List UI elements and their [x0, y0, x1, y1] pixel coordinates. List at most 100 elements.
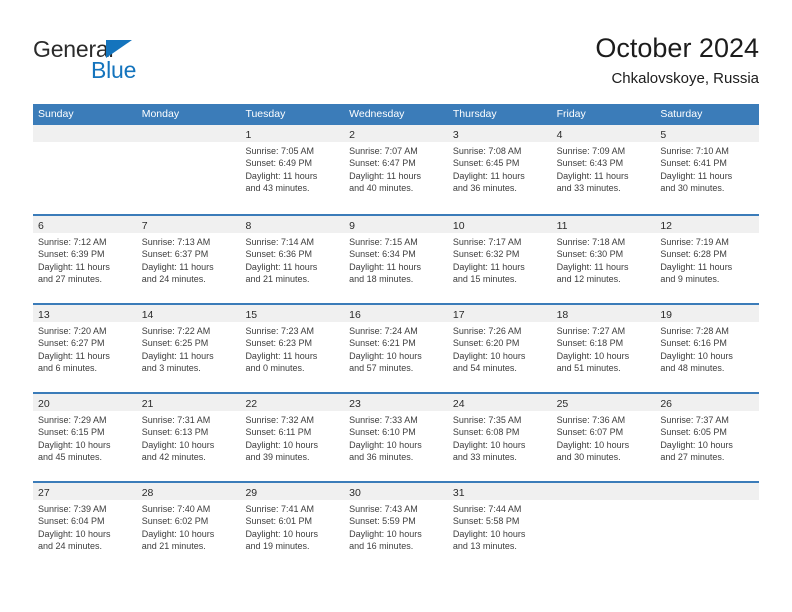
day-number: 12	[660, 220, 672, 232]
day-daylight-line: and 51 minutes.	[556, 363, 621, 374]
day-sunset-line: Sunset: 6:39 PM	[38, 249, 105, 260]
calendar-day-cell[interactable]: 27 Sunrise: 7:39 AM Sunset: 6:04 PM Dayligh…	[33, 483, 137, 570]
calendar-day-cell[interactable]: 1 Sunrise: 7:05 AM Sunset: 6:49 PM Daylight…	[240, 125, 345, 214]
day-sunset-line: Sunset: 6:21 PM	[349, 338, 416, 349]
calendar-day-cell[interactable]: 19 Sunrise: 7:28 AM Sunset: 6:16 PM Dayligh…	[655, 305, 760, 392]
day-sun-info: Sunrise: 7:37 AM Sunset: 6:05 PM Daylight:…	[655, 411, 759, 464]
day-number-band: 8	[240, 216, 345, 233]
weekday-header-row: Sunday Monday Tuesday Wednesday Thursday Frid…	[33, 104, 759, 125]
calendar-day-cell[interactable]: 23 Sunrise: 7:33 AM Sunset: 6:10 PM Dayligh…	[344, 394, 448, 481]
day-daylight-line: Daylight: 10 hours	[38, 528, 111, 539]
day-sunset-line: Sunset: 6:15 PM	[38, 427, 105, 438]
day-number-band: 28	[136, 483, 241, 500]
calendar-day-cell[interactable]: 9 Sunrise: 7:15 AM Sunset: 6:34 PM Daylight…	[344, 216, 448, 303]
day-sunset-line: Sunset: 6:28 PM	[660, 249, 727, 260]
day-daylight-line: Daylight: 10 hours	[38, 439, 111, 450]
day-sun-info: Sunrise: 7:32 AM Sunset: 6:11 PM Daylight:…	[240, 411, 344, 464]
calendar-day-cell[interactable]: 29 Sunrise: 7:41 AM Sunset: 6:01 PM Dayligh…	[240, 483, 345, 570]
calendar-day-cell[interactable]: 8 Sunrise: 7:14 AM Sunset: 6:36 PM Daylight…	[240, 216, 345, 303]
calendar-day-cell[interactable]: 2 Sunrise: 7:07 AM Sunset: 6:47 PM Daylight…	[344, 125, 448, 214]
day-number: 18	[556, 309, 569, 321]
day-number-band	[551, 483, 656, 500]
calendar-day-cell[interactable]: 30 Sunrise: 7:43 AM Sunset: 5:59 PM Dayligh…	[344, 483, 448, 570]
calendar-day-cell[interactable]: 31 Sunrise: 7:44 AM Sunset: 5:58 PM Dayligh…	[447, 483, 552, 570]
day-daylight-line: and 39 minutes.	[245, 452, 310, 463]
day-number-band: 29	[240, 483, 345, 500]
calendar-day-cell[interactable]: 18 Sunrise: 7:27 AM Sunset: 6:18 PM Dayligh…	[551, 305, 656, 392]
calendar-day-cell[interactable]: 16 Sunrise: 7:24 AM Sunset: 6:21 PM Dayligh…	[344, 305, 448, 392]
day-daylight-line: Daylight: 10 hours	[452, 350, 526, 361]
day-sunrise-line: Sunrise: 7:23 AM	[245, 326, 314, 336]
day-sunset-line: Sunset: 6:41 PM	[660, 158, 727, 169]
day-sun-info: Sunrise: 7:10 AM Sunset: 6:41 PM Daylight:…	[655, 142, 759, 195]
day-number: 23	[349, 398, 361, 410]
day-sunset-line: Sunset: 6:36 PM	[245, 249, 312, 260]
calendar-day-cell[interactable]: 21 Sunrise: 7:31 AM Sunset: 6:13 PM Dayligh…	[136, 394, 241, 481]
day-number: 2	[349, 129, 355, 141]
day-number-band: 20	[33, 394, 137, 411]
day-sunrise-line: Sunrise: 7:28 AM	[660, 326, 729, 336]
calendar-day-cell[interactable]: 22 Sunrise: 7:32 AM Sunset: 6:11 PM Dayligh…	[240, 394, 345, 481]
calendar-day-cell[interactable]: 17 Sunrise: 7:26 AM Sunset: 6:20 PM Dayligh…	[447, 305, 552, 392]
day-sunrise-line: Sunrise: 7:41 AM	[245, 504, 314, 514]
day-daylight-line: Daylight: 10 hours	[660, 350, 733, 361]
weekday-header-thursday: Thursday	[452, 108, 497, 120]
day-daylight-line: Daylight: 11 hours	[349, 261, 422, 272]
brand-triangle-icon	[106, 40, 132, 58]
day-sunset-line: Sunset: 6:34 PM	[349, 249, 416, 260]
day-number-band: 11	[551, 216, 656, 233]
day-number-band: 16	[344, 305, 448, 322]
day-number-band: 19	[655, 305, 760, 322]
day-sunset-line: Sunset: 6:23 PM	[245, 338, 312, 349]
day-sun-info: Sunrise: 7:40 AM Sunset: 6:02 PM Daylight:…	[137, 500, 241, 553]
calendar-week-row: 27 Sunrise: 7:39 AM Sunset: 6:04 PM Dayligh…	[33, 481, 760, 570]
calendar-day-cell[interactable]: 6 Sunrise: 7:12 AM Sunset: 6:39 PM Daylight…	[33, 216, 137, 303]
calendar-day-cell[interactable]: 3 Sunrise: 7:08 AM Sunset: 6:45 PM Daylight…	[447, 125, 552, 214]
day-number: 7	[141, 220, 148, 232]
calendar-day-cell[interactable]: 26 Sunrise: 7:37 AM Sunset: 6:05 PM Dayligh…	[655, 394, 760, 481]
day-sun-info: Sunrise: 7:14 AM Sunset: 6:36 PM Daylight:…	[240, 233, 344, 286]
day-daylight-line: and 12 minutes.	[556, 274, 621, 285]
day-daylight-line: Daylight: 11 hours	[38, 350, 110, 361]
calendar-day-cell[interactable]: 11 Sunrise: 7:18 AM Sunset: 6:30 PM Dayligh…	[551, 216, 656, 303]
day-number-band: 6	[33, 216, 137, 233]
calendar-day-cell[interactable]: 25 Sunrise: 7:36 AM Sunset: 6:07 PM Dayligh…	[551, 394, 656, 481]
day-sun-info: Sunrise: 7:43 AM Sunset: 5:59 PM Daylight:…	[344, 500, 448, 553]
day-number-band	[655, 483, 760, 500]
day-daylight-line: and 9 minutes.	[660, 274, 720, 285]
day-sun-info: Sunrise: 7:18 AM Sunset: 6:30 PM Daylight:…	[552, 233, 656, 286]
day-number-band: 10	[447, 216, 552, 233]
day-daylight-line: and 21 minutes.	[245, 274, 310, 285]
day-daylight-line: Daylight: 11 hours	[660, 261, 733, 272]
day-sunset-line: Sunset: 6:08 PM	[452, 427, 520, 438]
day-number: 13	[38, 309, 50, 321]
day-sunset-line: Sunset: 6:13 PM	[141, 427, 209, 438]
calendar-day-cell[interactable]: 15 Sunrise: 7:23 AM Sunset: 6:23 PM Dayligh…	[240, 305, 345, 392]
day-number-band	[136, 125, 241, 142]
calendar-day-cell[interactable]: 7 Sunrise: 7:13 AM Sunset: 6:37 PM Daylight…	[136, 216, 241, 303]
calendar-day-cell[interactable]: 24 Sunrise: 7:35 AM Sunset: 6:08 PM Dayligh…	[447, 394, 552, 481]
calendar-day-cell[interactable]: 14 Sunrise: 7:22 AM Sunset: 6:25 PM Dayligh…	[136, 305, 241, 392]
calendar-day-cell[interactable]: 5 Sunrise: 7:10 AM Sunset: 6:41 PM Daylight…	[655, 125, 760, 214]
calendar-day-cell[interactable]: 20 Sunrise: 7:29 AM Sunset: 6:15 PM Dayligh…	[33, 394, 137, 481]
day-sunrise-line: Sunrise: 7:10 AM	[660, 146, 729, 156]
calendar-day-cell-empty	[33, 125, 137, 214]
day-daylight-line: and 36 minutes.	[349, 452, 414, 463]
calendar-day-cell[interactable]: 4 Sunrise: 7:09 AM Sunset: 6:43 PM Daylight…	[551, 125, 656, 214]
day-daylight-line: and 48 minutes.	[660, 363, 725, 374]
day-sun-info: Sunrise: 7:41 AM Sunset: 6:01 PM Daylight:…	[240, 500, 344, 553]
brand-logo[interactable]: General Blue	[33, 36, 263, 92]
day-daylight-line: and 19 minutes.	[245, 541, 310, 552]
calendar-week-row: 13 Sunrise: 7:20 AM Sunset: 6:27 PM Dayligh…	[33, 303, 760, 392]
day-number-band: 18	[551, 305, 656, 322]
calendar-day-cell[interactable]: 28 Sunrise: 7:40 AM Sunset: 6:02 PM Dayligh…	[136, 483, 241, 570]
calendar-day-cell[interactable]: 13 Sunrise: 7:20 AM Sunset: 6:27 PM Dayligh…	[33, 305, 137, 392]
day-daylight-line: and 24 minutes.	[141, 274, 206, 285]
day-daylight-line: and 57 minutes.	[349, 363, 414, 374]
calendar-day-cell[interactable]: 10 Sunrise: 7:17 AM Sunset: 6:32 PM Dayligh…	[447, 216, 552, 303]
day-sunrise-line: Sunrise: 7:12 AM	[38, 237, 107, 247]
day-sunset-line: Sunset: 5:58 PM	[452, 516, 520, 527]
calendar-day-cell[interactable]: 12 Sunrise: 7:19 AM Sunset: 6:28 PM Dayligh…	[655, 216, 760, 303]
day-sun-info: Sunrise: 7:09 AM Sunset: 6:43 PM Daylight:…	[552, 142, 656, 195]
day-sunset-line: Sunset: 6:43 PM	[556, 158, 624, 169]
